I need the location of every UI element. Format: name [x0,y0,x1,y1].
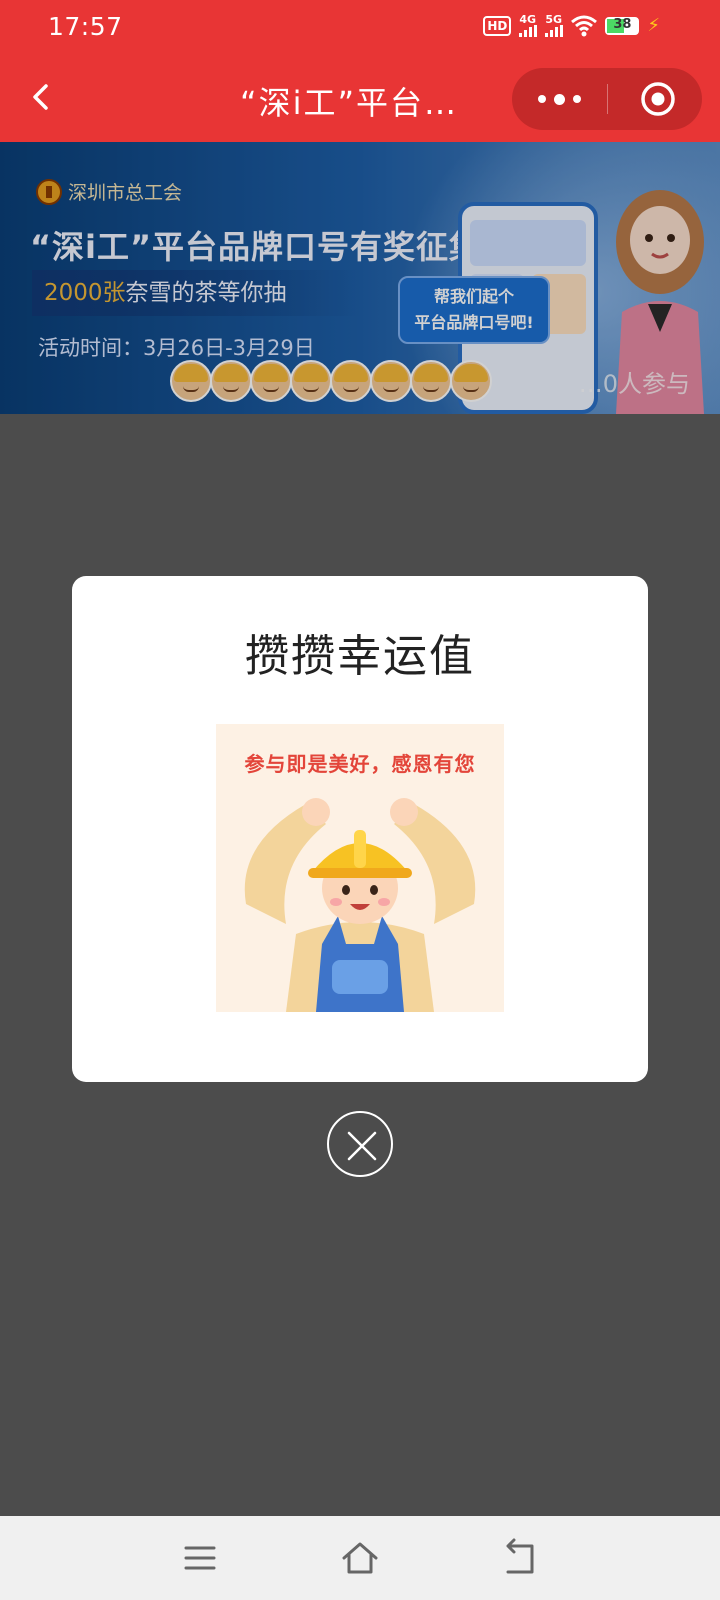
status-time: 17:57 [48,12,123,41]
dialog-title: 攒攒幸运值 [245,631,475,682]
nav-bar: “深i工”平台… [0,56,720,142]
close-miniprogram-icon[interactable] [640,81,676,117]
close-dialog-button[interactable] [327,1111,393,1177]
status-bar: 17:57 HD 4G 5G 38 ⚡ [0,0,720,56]
battery-icon: 38 [605,16,640,35]
hd-badge: HD [483,15,512,36]
menu-icon[interactable] [180,1538,220,1578]
status-icons: HD 4G 5G 38 ⚡ [483,14,660,37]
illustration-caption: 参与即是美好，感恩有您 [244,752,476,776]
signal-5g-icon: 5G [545,13,564,37]
wifi-icon [571,15,598,36]
signal-4g-icon: 4G [519,13,538,37]
back-nav-icon[interactable] [500,1538,540,1578]
lucky-value-dialog: 攒攒幸运值 参与即是美好，感恩有您 [72,576,648,1082]
mini-program-capsule [512,68,702,130]
system-nav-bar [0,1516,720,1600]
worker-illustration: 参与即是美好，感恩有您 [216,724,504,1012]
charging-icon: ⚡ [647,15,660,36]
page-title: “深i工”平台… [240,84,459,122]
network-4g-label: 4G [519,13,537,26]
battery-level: 38 [613,16,632,32]
close-icon [347,1131,377,1161]
network-5g-label: 5G [545,13,563,26]
home-icon[interactable] [340,1538,380,1578]
campaign-banner: 深圳市总工会 “深i工”平台品牌口号有奖征集 2000张奈雪的茶等你抽 活动时间… [0,142,720,414]
worker-figure [244,798,476,1012]
more-button[interactable] [512,68,607,130]
back-icon[interactable] [20,74,66,120]
